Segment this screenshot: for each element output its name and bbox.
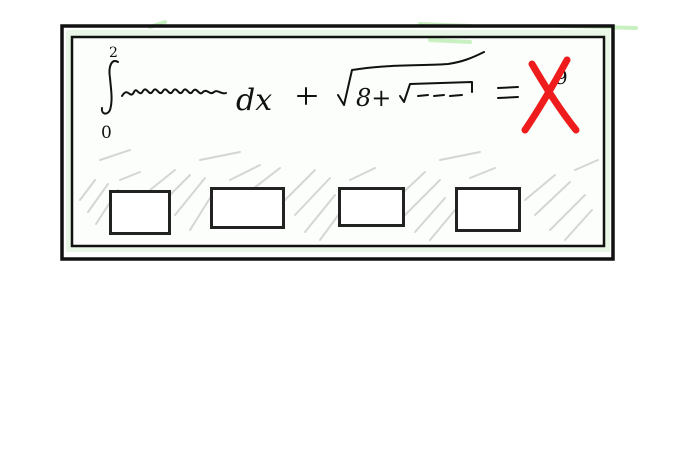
integral-lower-limit: 0 <box>101 123 112 143</box>
integral-upper-limit: 2 <box>109 45 118 61</box>
game-stage: 2 0 dx + 8+ = 9 <box>0 0 684 468</box>
plus-sign-text: + <box>0 0 1 1</box>
equals-sign-text: = <box>0 0 1 1</box>
inner-sqrt-dashes <box>417 94 463 97</box>
answer-slot-4[interactable] <box>455 187 521 232</box>
answer-slot-1[interactable] <box>109 190 171 235</box>
puzzle-board: 2 0 dx + 8+ = 9 <box>0 0 638 261</box>
answer-slot-2[interactable] <box>210 187 285 229</box>
answer-slot-3[interactable] <box>338 187 405 227</box>
differential-dx: dx <box>236 83 272 118</box>
sqrt-inner-text: 8+ <box>356 84 391 112</box>
